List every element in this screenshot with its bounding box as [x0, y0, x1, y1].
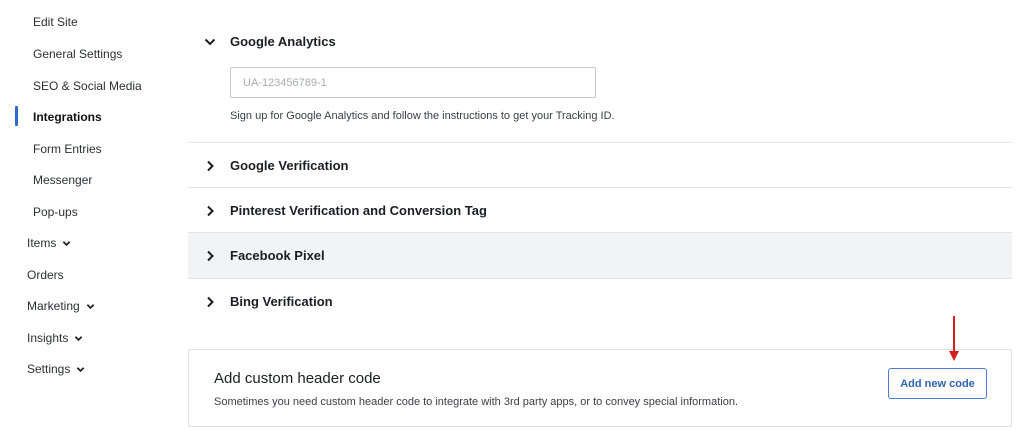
sidebar-item-label: Settings	[27, 362, 71, 376]
chevron-down-icon	[204, 38, 216, 45]
sidebar-item-edit-site[interactable]: Edit Site	[0, 10, 78, 34]
sidebar-item-label: Orders	[27, 268, 64, 282]
sidebar-item-messenger[interactable]: Messenger	[0, 168, 92, 192]
sidebar-item-integrations[interactable]: Integrations	[0, 105, 102, 129]
sidebar-item-insights[interactable]: Insights	[0, 326, 83, 350]
section-title: Google Analytics	[230, 34, 336, 49]
sidebar-item-label: Messenger	[33, 173, 93, 187]
section-google-verification: Google Verification	[188, 143, 1012, 188]
section-title: Pinterest Verification and Conversion Ta…	[230, 203, 487, 218]
chevron-down-icon	[86, 303, 94, 309]
sidebar-item-form-entries[interactable]: Form Entries	[0, 137, 102, 161]
sidebar-item-label: Marketing	[27, 299, 80, 313]
chevron-down-icon	[75, 335, 83, 341]
section-pinterest: Pinterest Verification and Conversion Ta…	[188, 188, 1012, 233]
sidebar-item-label: Insights	[27, 331, 69, 345]
chevron-right-icon	[207, 296, 214, 307]
sidebar-item-items[interactable]: Items	[0, 231, 71, 255]
sidebar-item-label: Form Entries	[33, 142, 102, 156]
chevron-down-icon	[77, 366, 85, 372]
pinterest-header[interactable]: Pinterest Verification and Conversion Ta…	[204, 203, 487, 218]
integrations-panel: Google Analytics Sign up for Google Anal…	[188, 0, 1012, 430]
custom-header-title: Add custom header code	[214, 370, 381, 387]
sidebar-item-label: General Settings	[33, 47, 123, 61]
chevron-right-icon	[207, 250, 214, 261]
sidebar-item-pop-ups[interactable]: Pop-ups	[0, 200, 78, 224]
google-analytics-help-text: Sign up for Google Analytics and follow …	[230, 110, 615, 122]
sidebar-item-label: Items	[27, 236, 57, 250]
bing-verification-header[interactable]: Bing Verification	[204, 294, 333, 309]
section-google-analytics: Google Analytics Sign up for Google Anal…	[188, 0, 1012, 143]
section-facebook-pixel: Facebook Pixel	[188, 233, 1012, 279]
section-title: Bing Verification	[230, 294, 333, 309]
custom-header-description: Sometimes you need custom header code to…	[214, 396, 739, 408]
chevron-right-icon	[207, 160, 214, 171]
section-title: Google Verification	[230, 158, 349, 173]
facebook-pixel-header[interactable]: Facebook Pixel	[204, 248, 325, 263]
custom-header-card: Add custom header code Sometimes you nee…	[188, 349, 1012, 427]
add-new-code-button[interactable]: Add new code	[888, 368, 987, 399]
sidebar-item-label: Integrations	[33, 110, 102, 124]
sidebar-item-settings[interactable]: Settings	[0, 357, 85, 381]
sidebar-item-label: Edit Site	[33, 15, 78, 29]
chevron-right-icon	[207, 205, 214, 216]
google-analytics-header[interactable]: Google Analytics	[204, 34, 336, 49]
annotation-arrow-icon	[949, 316, 959, 361]
sidebar-item-label: Pop-ups	[33, 205, 78, 219]
section-bing-verification: Bing Verification	[188, 279, 1012, 325]
section-title: Facebook Pixel	[230, 248, 325, 263]
sidebar: Edit Site General Settings SEO & Social …	[0, 0, 170, 430]
sidebar-item-label: SEO & Social Media	[33, 79, 142, 93]
sidebar-item-general-settings[interactable]: General Settings	[0, 42, 122, 66]
sidebar-item-seo-social-media[interactable]: SEO & Social Media	[0, 74, 142, 98]
google-verification-header[interactable]: Google Verification	[204, 158, 348, 173]
sidebar-item-orders[interactable]: Orders	[0, 263, 64, 287]
chevron-down-icon	[63, 240, 71, 246]
tracking-id-input[interactable]	[230, 67, 596, 98]
sidebar-item-marketing[interactable]: Marketing	[0, 294, 95, 318]
